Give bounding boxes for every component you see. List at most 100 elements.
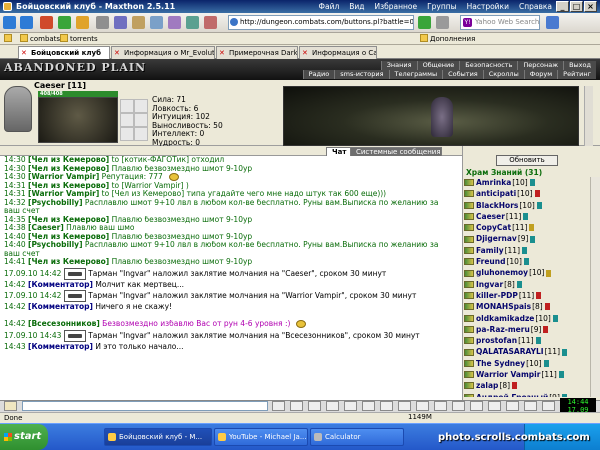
user-name[interactable]: anticipati bbox=[476, 188, 516, 199]
taskbar-item-calculator[interactable]: Calculator bbox=[310, 428, 404, 446]
info-icon[interactable] bbox=[512, 382, 518, 390]
private-message-icon[interactable] bbox=[464, 213, 474, 221]
info-icon[interactable] bbox=[529, 224, 535, 232]
user-name[interactable]: gluhonemoy bbox=[476, 267, 528, 278]
address-bar[interactable]: http://dungeon.combats.com/buttons.pl?ba… bbox=[228, 15, 414, 30]
private-message-icon[interactable] bbox=[464, 179, 474, 187]
info-icon[interactable] bbox=[558, 371, 564, 379]
info-icon[interactable] bbox=[544, 303, 550, 311]
nav-security[interactable]: Безопасность bbox=[459, 61, 518, 70]
chat-sender[interactable]: [Чел из Кемерово] bbox=[28, 258, 109, 266]
go-icon[interactable] bbox=[418, 16, 431, 29]
nav-forum[interactable]: Форум bbox=[523, 70, 558, 79]
private-message-icon[interactable] bbox=[464, 337, 474, 345]
paladin-badge-icon[interactable] bbox=[63, 290, 86, 302]
private-message-icon[interactable] bbox=[464, 326, 474, 333]
chat-sender[interactable]: [Комментатор] bbox=[28, 303, 93, 311]
info-icon[interactable] bbox=[530, 235, 536, 243]
filter-icon[interactable] bbox=[308, 401, 321, 411]
chat-sender[interactable]: [Комментатор] bbox=[28, 343, 93, 351]
chat-input[interactable] bbox=[22, 401, 268, 411]
user-list-item[interactable]: prostofan [11] bbox=[464, 335, 600, 346]
equip-slot[interactable] bbox=[120, 113, 134, 127]
user-list-item[interactable]: anticipati [10] bbox=[464, 188, 600, 199]
nav-knowledge[interactable]: Знания bbox=[380, 61, 417, 70]
search-go-icon[interactable] bbox=[546, 16, 559, 29]
private-message-icon[interactable] bbox=[464, 280, 474, 288]
info-icon[interactable] bbox=[536, 201, 542, 209]
chat-sender[interactable]: [Psychobilly] bbox=[28, 241, 82, 249]
private-icon[interactable] bbox=[344, 401, 357, 411]
scene-scrollbar[interactable] bbox=[584, 86, 593, 146]
user-name[interactable]: Djigernav bbox=[476, 233, 517, 244]
chat-sender[interactable]: [Чел из Кемерово] bbox=[28, 182, 109, 190]
info-icon[interactable] bbox=[535, 337, 541, 345]
new-tab-icon[interactable] bbox=[96, 16, 109, 29]
nav-scrolls[interactable]: Скроллы bbox=[482, 70, 524, 79]
nav-sms-history[interactable]: sms-история bbox=[334, 70, 389, 79]
user-list-item[interactable]: Ingvar [8] bbox=[464, 279, 600, 290]
equip-slot[interactable] bbox=[134, 127, 148, 141]
favorite-torrents[interactable]: torrents bbox=[60, 33, 98, 45]
chat-sender[interactable]: [Чел из Кемерово] bbox=[28, 165, 109, 173]
info-icon[interactable] bbox=[523, 258, 529, 266]
private-message-icon[interactable] bbox=[464, 190, 474, 198]
forward-icon[interactable] bbox=[20, 16, 33, 29]
rss-icon[interactable] bbox=[186, 16, 199, 29]
clear-icon[interactable] bbox=[290, 401, 303, 411]
inventory-icon[interactable] bbox=[524, 401, 537, 411]
save-icon[interactable] bbox=[114, 16, 127, 29]
user-list-item[interactable]: Amrinka [10] bbox=[464, 177, 600, 188]
tab-info-caeser[interactable]: ✕Информация о Caeser bbox=[299, 46, 377, 59]
minimize-button[interactable]: _ bbox=[556, 1, 569, 12]
nav-radio[interactable]: Радио bbox=[302, 70, 335, 79]
user-name[interactable]: Caeser bbox=[476, 211, 505, 222]
equip-slot[interactable] bbox=[134, 113, 148, 127]
private-message-icon[interactable] bbox=[464, 246, 474, 254]
info-icon[interactable] bbox=[536, 292, 542, 300]
close-tab-icon[interactable]: ✕ bbox=[21, 50, 28, 57]
private-message-icon[interactable] bbox=[464, 314, 474, 322]
chat-sender[interactable]: [Caeser] bbox=[28, 224, 64, 232]
close-tab-icon[interactable]: ✕ bbox=[114, 50, 121, 57]
info-icon[interactable] bbox=[552, 314, 558, 322]
nav-telegrams[interactable]: Телеграммы bbox=[388, 70, 443, 79]
back-icon[interactable] bbox=[3, 16, 16, 29]
user-name[interactable]: The Sydney bbox=[476, 358, 525, 369]
nav-exit[interactable]: Выход bbox=[563, 61, 596, 70]
menu-settings[interactable]: Настройки bbox=[467, 0, 509, 13]
user-list-scrollbar[interactable] bbox=[590, 177, 600, 397]
private-message-icon[interactable] bbox=[464, 235, 474, 243]
nav-rating[interactable]: Рейтинг bbox=[557, 70, 596, 79]
close-window-button[interactable]: × bbox=[584, 1, 597, 12]
info-icon[interactable] bbox=[546, 269, 552, 277]
menu-help[interactable]: Справка bbox=[519, 0, 552, 13]
nav-events[interactable]: События bbox=[442, 70, 483, 79]
info-icon[interactable] bbox=[562, 348, 567, 356]
start-button[interactable]: start bbox=[0, 424, 48, 450]
private-message-icon[interactable] bbox=[464, 371, 474, 379]
equip-slot[interactable] bbox=[120, 127, 134, 141]
paladin-badge-icon[interactable] bbox=[63, 267, 86, 280]
character-name[interactable]: Caeser [11] bbox=[34, 81, 86, 90]
history-icon[interactable] bbox=[150, 16, 163, 29]
user-name[interactable]: Family bbox=[476, 245, 504, 256]
user-name[interactable]: pa-Raz-meru bbox=[476, 324, 530, 335]
translit-icon[interactable] bbox=[326, 401, 339, 411]
info-icon[interactable] bbox=[561, 393, 567, 397]
user-name[interactable]: Warrior Vampir bbox=[476, 369, 540, 380]
user-list-item[interactable]: Warrior Vampir [11] bbox=[464, 369, 600, 380]
search-input[interactable]: Y! Yahoo Web Search bbox=[460, 15, 540, 30]
user-list-item[interactable]: Family [11] bbox=[464, 245, 600, 256]
user-list-item[interactable]: Djigernav [9] bbox=[464, 233, 600, 244]
favorites-menu-icon[interactable] bbox=[4, 33, 14, 45]
tab-darkclan[interactable]: ✕Примерочная DarkClan bbox=[216, 46, 298, 59]
font-icon[interactable] bbox=[416, 401, 429, 411]
refresh-icon[interactable] bbox=[58, 16, 71, 29]
info-icon[interactable] bbox=[516, 280, 522, 288]
equip-slot[interactable] bbox=[120, 99, 134, 113]
location-scene[interactable] bbox=[283, 86, 579, 146]
settings-icon[interactable] bbox=[452, 401, 465, 411]
user-list-item[interactable]: pa-Raz-meru [9] bbox=[464, 324, 600, 335]
private-message-icon[interactable] bbox=[464, 201, 474, 209]
